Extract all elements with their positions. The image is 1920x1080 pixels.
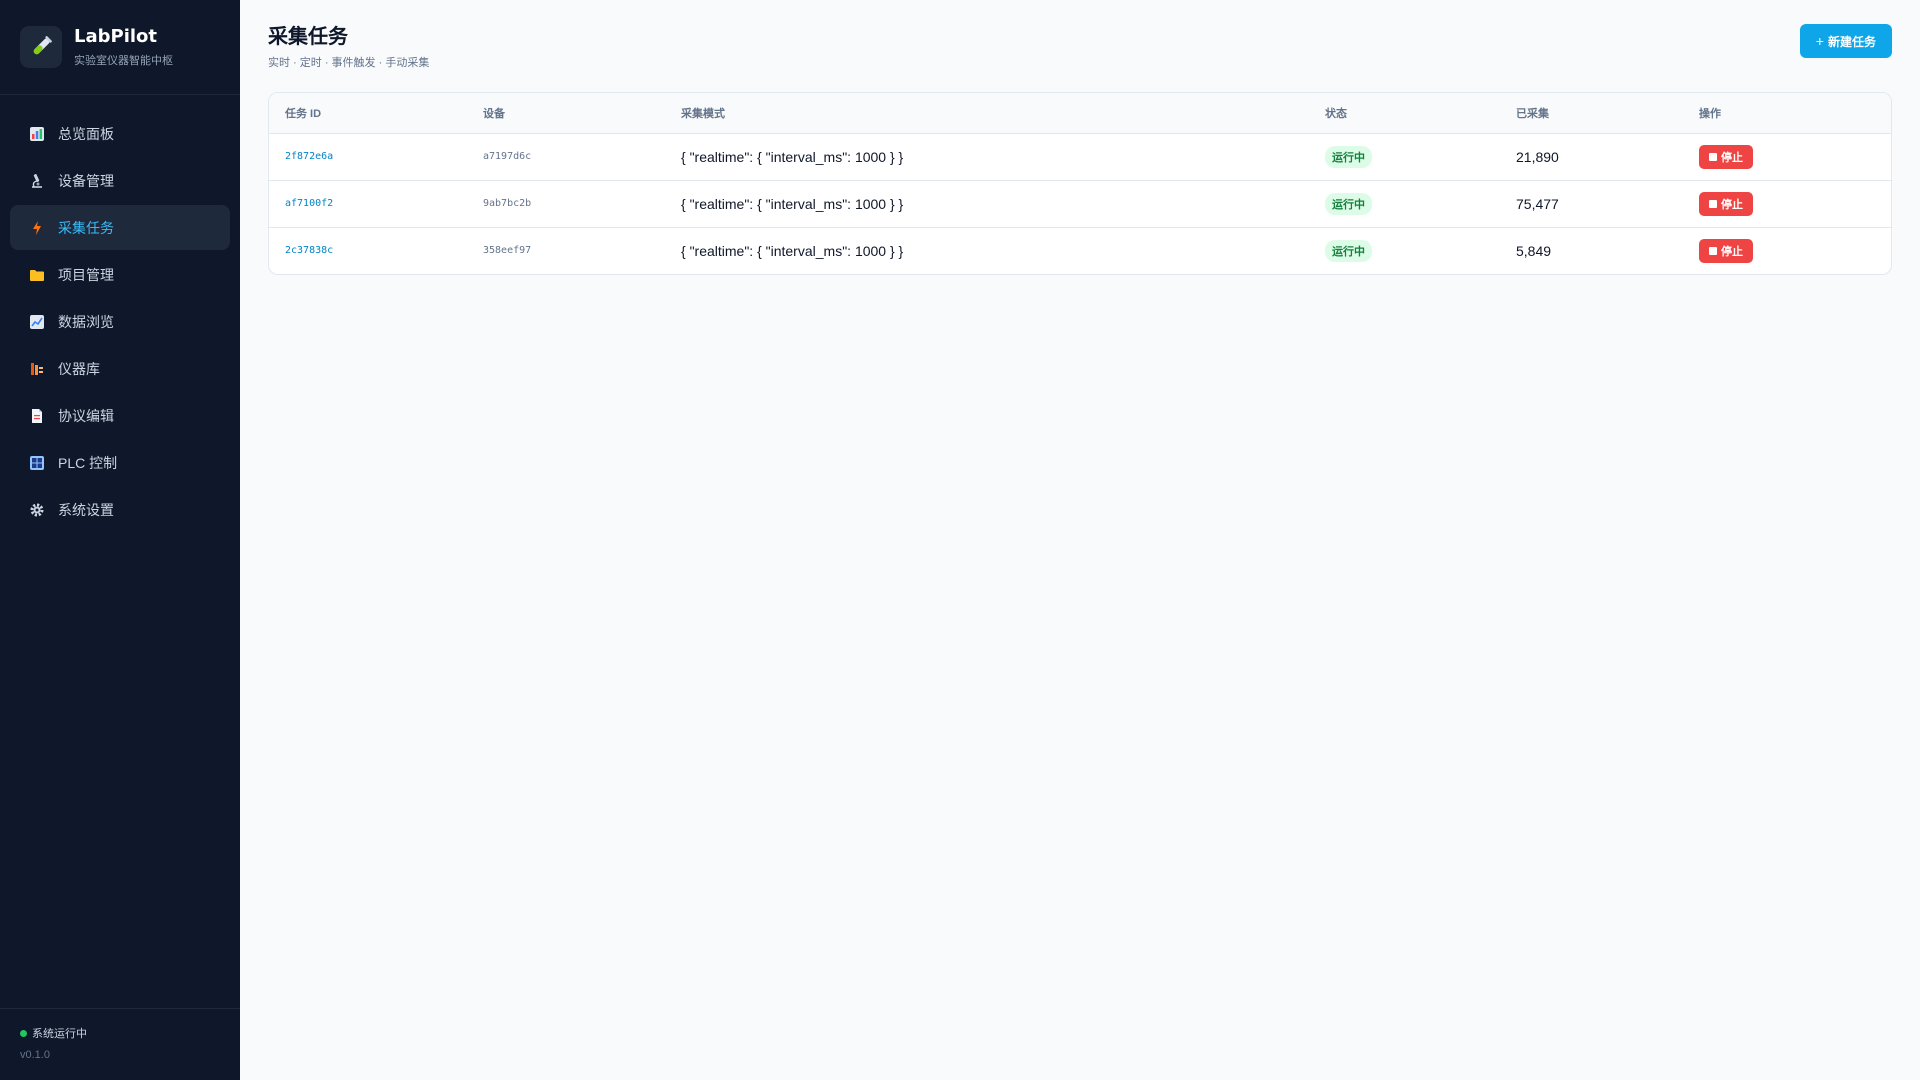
test-tube-logo-icon	[20, 26, 62, 68]
column-header-actions: 操作	[1699, 107, 1721, 120]
sidebar-item-protocol-editor[interactable]: 协议编辑	[10, 393, 230, 438]
collection-mode: { "realtime": { "interval_ms": 1000 } }	[681, 195, 904, 212]
page-header: 采集任务 实时 · 定时 · 事件触发 · 手动采集 + 新建任务	[268, 24, 1892, 92]
version-label: v0.1.0	[20, 1049, 50, 1061]
page-subtitle: 实时 · 定时 · 事件触发 · 手动采集	[268, 57, 430, 69]
page-title: 采集任务	[268, 26, 348, 48]
sidebar: LabPilot 实验室仪器智能中枢 总览面板 设备管理 采集任务 项目管理 数…	[0, 0, 240, 1080]
stop-button-label: 停止	[1721, 151, 1743, 164]
brand-header: LabPilot 实验室仪器智能中枢	[0, 0, 240, 95]
collection-mode: { "realtime": { "interval_ms": 1000 } }	[681, 148, 904, 165]
table-row: 2c37838c 358eef97 { "realtime": { "inter…	[269, 227, 1891, 274]
folder-icon	[28, 266, 46, 284]
document-icon	[28, 407, 46, 425]
status-badge: 运行中	[1325, 239, 1372, 262]
stop-button-label: 停止	[1721, 245, 1743, 258]
sidebar-item-instrument-library[interactable]: 仪器库	[10, 346, 230, 391]
tasks-table: 任务 ID 设备 采集模式 状态 已采集 操作 2f872e6a a7197d6…	[269, 93, 1891, 274]
column-header-status: 状态	[1325, 107, 1347, 120]
device-id: 358eef97	[483, 245, 532, 257]
main-content: 采集任务 实时 · 定时 · 事件触发 · 手动采集 + 新建任务 任务 ID …	[240, 0, 1920, 1080]
stop-button[interactable]: 停止	[1699, 144, 1753, 169]
column-header-device: 设备	[483, 107, 505, 120]
chart-icon	[28, 125, 46, 143]
collected-count: 5,849	[1516, 242, 1552, 259]
sidebar-footer: 系统运行中 v0.1.0	[0, 1008, 240, 1080]
grid-control-icon	[28, 454, 46, 472]
brand-name: LabPilot	[74, 26, 158, 47]
sidebar-item-devices[interactable]: 设备管理	[10, 158, 230, 203]
stop-button-label: 停止	[1721, 198, 1743, 211]
task-id-link[interactable]: 2f872e6a	[269, 133, 467, 180]
brand-subtitle: 实验室仪器智能中枢	[74, 55, 173, 67]
sidebar-item-label: 仪器库	[58, 360, 100, 377]
sidebar-item-label: 数据浏览	[58, 313, 114, 330]
tasks-table-card: 任务 ID 设备 采集模式 状态 已采集 操作 2f872e6a a7197d6…	[268, 92, 1892, 275]
sidebar-item-plc-control[interactable]: PLC 控制	[10, 440, 230, 485]
sidebar-item-label: 项目管理	[58, 266, 114, 283]
column-header-mode: 采集模式	[681, 107, 725, 120]
table-header-row: 任务 ID 设备 采集模式 状态 已采集 操作	[269, 93, 1891, 133]
column-header-task-id: 任务 ID	[285, 107, 322, 120]
lightning-icon	[28, 219, 46, 237]
stop-icon	[1709, 152, 1717, 161]
collected-count: 21,890	[1516, 148, 1559, 165]
gear-icon	[28, 501, 46, 519]
sidebar-item-label: 总览面板	[58, 125, 114, 142]
status-badge: 运行中	[1325, 145, 1372, 168]
microscope-icon	[28, 172, 46, 190]
task-id-link[interactable]: 2c37838c	[269, 227, 467, 274]
device-id: 9ab7bc2b	[483, 198, 532, 209]
status-dot-icon	[20, 1029, 27, 1037]
sidebar-item-label: 系统设置	[58, 501, 114, 518]
system-status-text: 系统运行中	[32, 1028, 87, 1040]
table-row: 2f872e6a a7197d6c { "realtime": { "inter…	[269, 133, 1891, 180]
collection-mode: { "realtime": { "interval_ms": 1000 } }	[681, 242, 904, 259]
sidebar-item-label: 协议编辑	[58, 407, 114, 424]
sidebar-item-system-settings[interactable]: 系统设置	[10, 487, 230, 532]
device-id: a7197d6c	[483, 151, 532, 162]
library-icon	[28, 360, 46, 378]
sidebar-nav: 总览面板 设备管理 采集任务 项目管理 数据浏览 仪器库 协议编辑 PLC 控制…	[0, 95, 240, 1008]
sidebar-item-data-browser[interactable]: 数据浏览	[10, 299, 230, 344]
new-task-button-label: 新建任务	[1827, 34, 1876, 49]
stop-button[interactable]: 停止	[1699, 238, 1753, 263]
plus-icon: +	[1815, 33, 1824, 49]
sidebar-item-collection-tasks[interactable]: 采集任务	[10, 205, 230, 250]
sidebar-item-label: 设备管理	[58, 172, 114, 189]
sidebar-item-label: PLC 控制	[58, 454, 118, 471]
column-header-collected: 已采集	[1516, 107, 1549, 120]
collected-count: 75,477	[1516, 195, 1559, 212]
stop-icon	[1709, 199, 1717, 208]
status-badge: 运行中	[1325, 192, 1372, 215]
stop-icon	[1709, 246, 1717, 255]
task-id-link[interactable]: af7100f2	[269, 180, 467, 227]
new-task-button[interactable]: + 新建任务	[1799, 24, 1892, 58]
sidebar-item-projects[interactable]: 项目管理	[10, 252, 230, 297]
stop-button[interactable]: 停止	[1699, 191, 1753, 216]
table-row: af7100f2 9ab7bc2b { "realtime": { "inter…	[269, 180, 1891, 227]
system-status: 系统运行中	[20, 1025, 220, 1041]
trend-chart-icon	[28, 313, 46, 331]
sidebar-item-overview[interactable]: 总览面板	[10, 111, 230, 156]
sidebar-item-label: 采集任务	[58, 219, 114, 236]
